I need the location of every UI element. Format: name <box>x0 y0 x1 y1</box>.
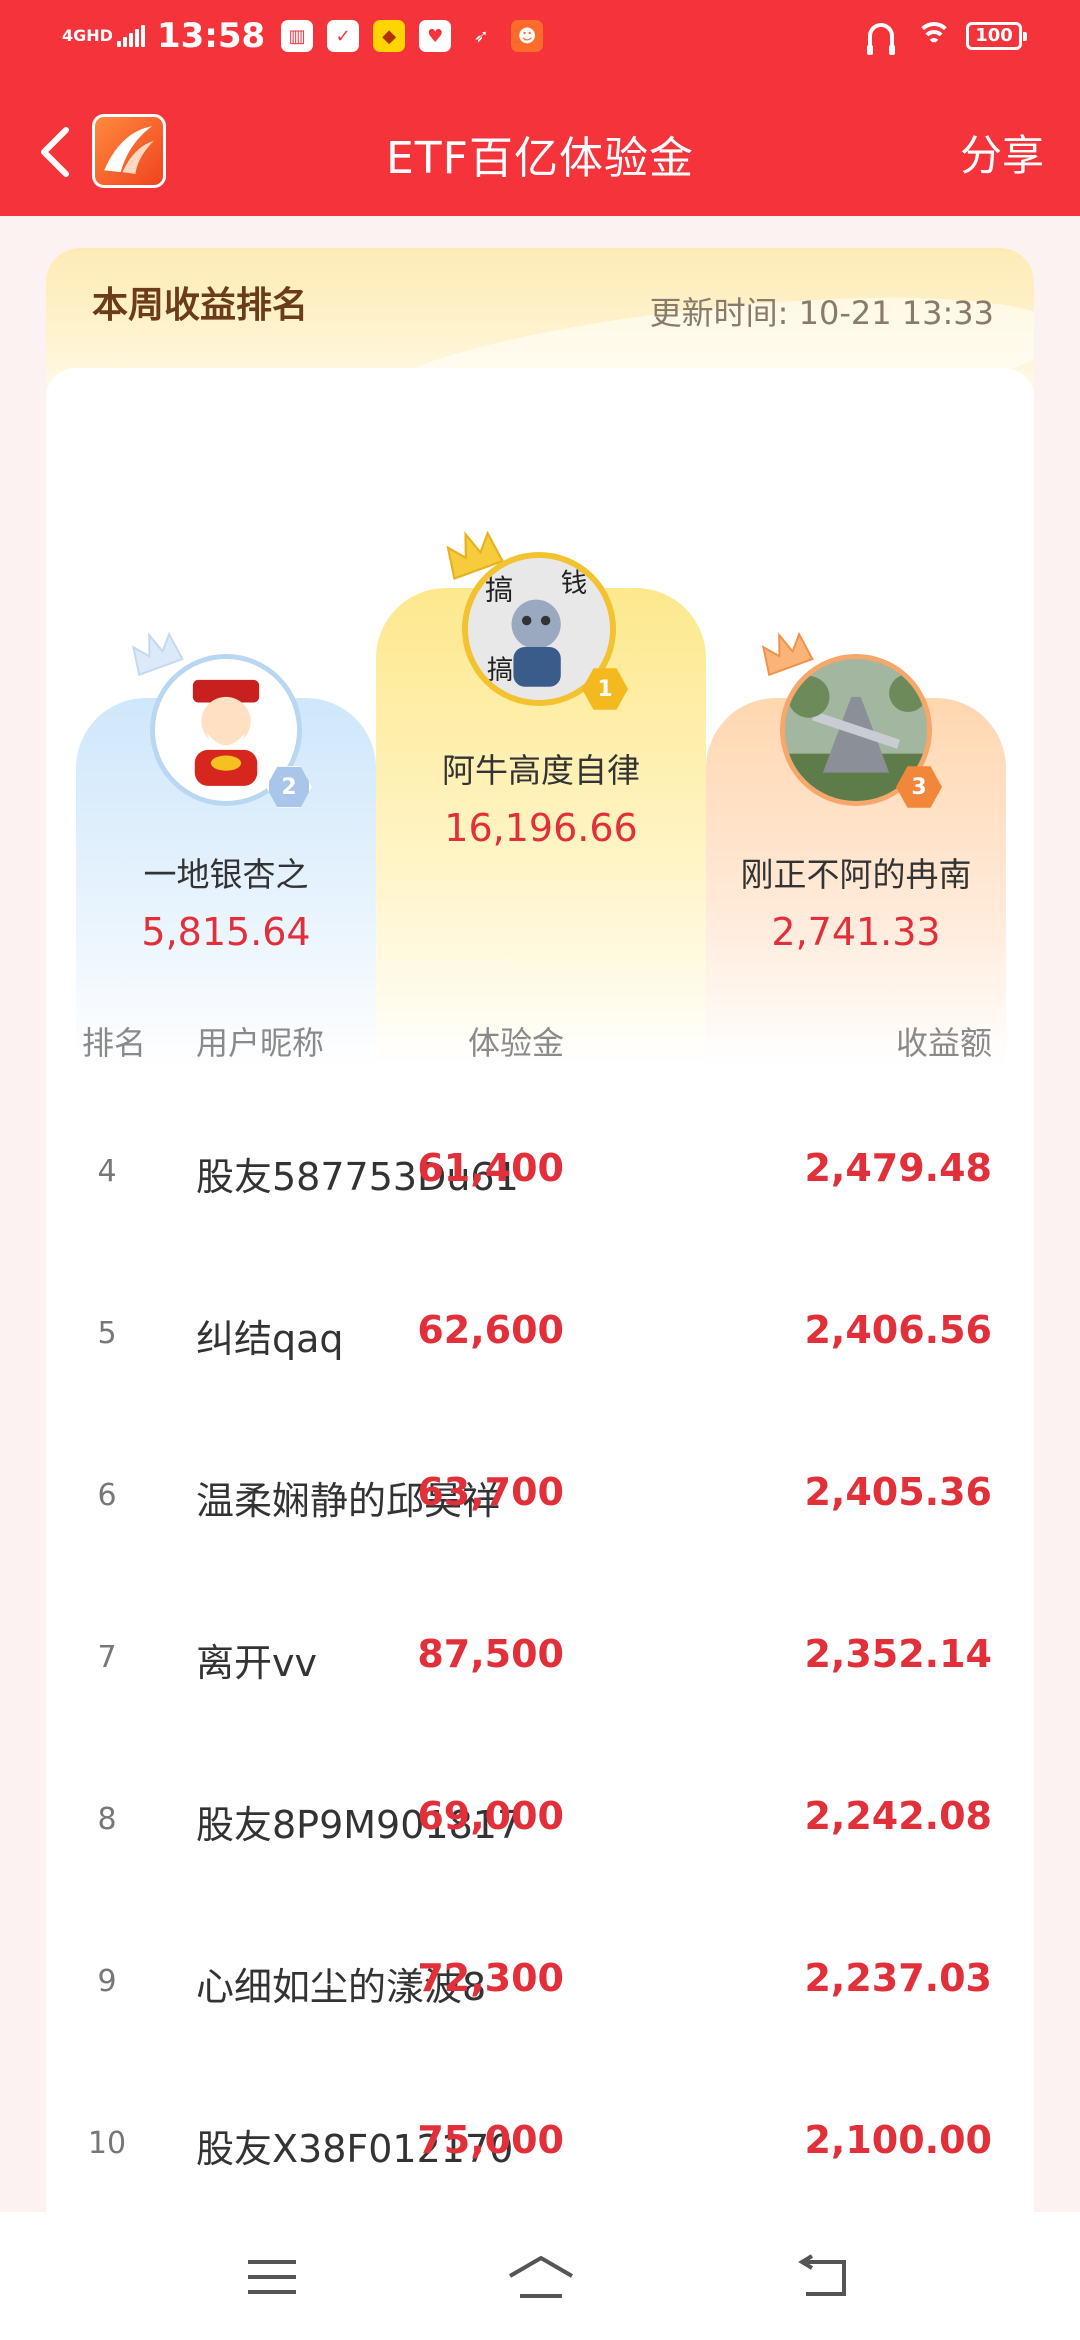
rank-cell: 9 <box>97 1964 117 1999</box>
headphone-icon <box>867 23 895 55</box>
table-header: 排名 用户昵称 体验金 收益额 <box>46 1018 1034 1078</box>
column-trial: 体验金 <box>467 1024 564 1062</box>
battery-icon: 100 <box>966 22 1027 50</box>
page-title: ETF百亿体验金 <box>386 133 694 184</box>
rank-cell: 4 <box>97 1154 117 1189</box>
heart-app-icon: ♥ <box>419 20 452 52</box>
table-row[interactable]: 7 离开vv 87,500 2,352.14 <box>46 1584 1034 1746</box>
trial-amount-cell: 69,000 <box>417 1794 564 1838</box>
table-row[interactable]: 9 心细如尘的漾波8 72,300 2,237.03 <box>46 1908 1034 2070</box>
podium-value-2: 5,815.64 <box>141 910 311 954</box>
earnings-cell: 2,405.36 <box>804 1470 992 1514</box>
home-icon[interactable] <box>506 2252 576 2302</box>
clipboard-icon: ✓ <box>327 20 360 52</box>
table-row[interactable]: 4 股友587753Du61 61,400 2,479.48 <box>46 1098 1034 1260</box>
status-bar: 4GHD 13:58 ▥ ✓ ◆ ♥ ➶ ☻ 100 <box>0 0 1080 84</box>
bird-icon: ➶ <box>473 25 489 47</box>
svg-text:搞: 搞 <box>487 655 514 686</box>
rank-cell: 7 <box>97 1640 117 1675</box>
system-nav-bar <box>0 2212 1080 2340</box>
table-row[interactable]: 8 股友8P9M901817 69,000 2,242.08 <box>46 1746 1034 1908</box>
taobao-icon: ☻ <box>511 20 544 52</box>
nickname-cell: 纠结qaq <box>196 1317 344 1361</box>
share-button[interactable]: 分享 <box>960 122 1044 183</box>
earnings-cell: 2,352.14 <box>804 1632 992 1676</box>
rank-cell: 10 <box>87 2126 127 2161</box>
rank-cell: 8 <box>97 1802 117 1837</box>
rank-cell: 5 <box>97 1316 117 1351</box>
column-earnings: 收益额 <box>895 1024 992 1062</box>
column-nickname: 用户昵称 <box>196 1024 325 1062</box>
earnings-cell: 2,242.08 <box>804 1794 992 1838</box>
svg-text:钱: 钱 <box>561 568 588 599</box>
game-app-icon: ◆ <box>373 20 406 52</box>
trial-amount-cell: 75,000 <box>417 2118 564 2162</box>
network-type: 4GHD <box>62 26 113 45</box>
table-row[interactable]: 10 股友X38F012170 75,000 2,100.00 <box>46 2070 1034 2232</box>
wifi-icon <box>916 22 952 50</box>
signal-icon <box>116 25 147 47</box>
earnings-cell: 2,100.00 <box>804 2118 992 2162</box>
podium-name-3: 刚正不阿的冉南 <box>740 855 972 894</box>
back-icon[interactable] <box>792 2252 852 2302</box>
podium-value-1: 16,196.66 <box>444 806 638 850</box>
earnings-cell: 2,237.03 <box>804 1956 992 2000</box>
column-rank: 排名 <box>82 1024 147 1062</box>
trial-amount-cell: 61,400 <box>417 1146 564 1190</box>
update-time: 更新时间: 10-21 13:33 <box>650 288 994 334</box>
top-bar: 4GHD 13:58 ▥ ✓ ◆ ♥ ➶ ☻ 100 ETF百亿体验金 分享 <box>0 0 1080 216</box>
trial-amount-cell: 87,500 <box>417 1632 564 1676</box>
trial-amount-cell: 63,700 <box>417 1470 564 1514</box>
podium-value-3: 2,741.33 <box>771 910 941 954</box>
trial-amount-cell: 72,300 <box>417 1956 564 2000</box>
leaderboard-card: 本周收益排名 更新时间: 10-21 13:33 2 一地银杏之 5,815.6… <box>46 248 1034 2288</box>
earnings-cell: 2,479.48 <box>804 1146 992 1190</box>
table-row[interactable]: 5 纠结qaq 62,600 2,406.56 <box>46 1260 1034 1422</box>
podium-name-1: 阿牛高度自律 <box>442 751 640 790</box>
table-row[interactable]: 6 温柔娴静的邱昊祥 63,700 2,405.36 <box>46 1422 1034 1584</box>
nickname-cell: 离开vv <box>196 1641 317 1685</box>
rank-cell: 6 <box>97 1478 117 1513</box>
leaderboard-title: 本周收益排名 <box>87 276 309 328</box>
podium-name-2: 一地银杏之 <box>143 855 309 894</box>
trial-amount-cell: 62,600 <box>417 1308 564 1352</box>
update-value: 10-21 13:33 <box>798 294 994 332</box>
earnings-cell: 2,406.56 <box>804 1308 992 1352</box>
svg-text:搞: 搞 <box>485 574 513 607</box>
update-label: 更新时间: <box>649 294 789 332</box>
audio-icon: ▥ <box>281 20 314 52</box>
menu-icon[interactable] <box>242 2252 302 2302</box>
status-time: 13:58 <box>156 16 266 56</box>
